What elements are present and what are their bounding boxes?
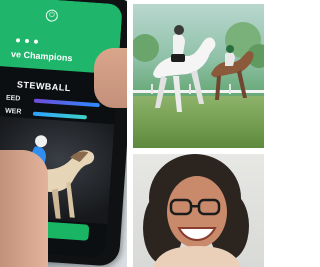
carousel-dot [24, 38, 30, 44]
stat-label-speed: EED [5, 94, 21, 103]
stat-label-power: WER [4, 107, 22, 116]
stat-bar-speed [33, 98, 100, 108]
horse-race-illustration [133, 4, 264, 148]
image-collage: ⏻ ve Champions STEWBALL EED WER [0, 0, 264, 267]
woman-portrait [143, 154, 249, 267]
banner-title: ve Champions [10, 48, 73, 64]
carousel-dot [15, 38, 21, 43]
race-scene [133, 22, 264, 112]
power-icon[interactable]: ⏻ [45, 9, 59, 23]
hand [0, 150, 48, 267]
carousel-dots [15, 38, 39, 44]
phone-in-hand-photo: ⏻ ve Champions STEWBALL EED WER [0, 0, 127, 267]
smiling-woman-photo [133, 154, 264, 267]
thumb [94, 48, 127, 108]
horse-name: STEWBALL [16, 79, 72, 94]
carousel-dot [33, 39, 39, 44]
